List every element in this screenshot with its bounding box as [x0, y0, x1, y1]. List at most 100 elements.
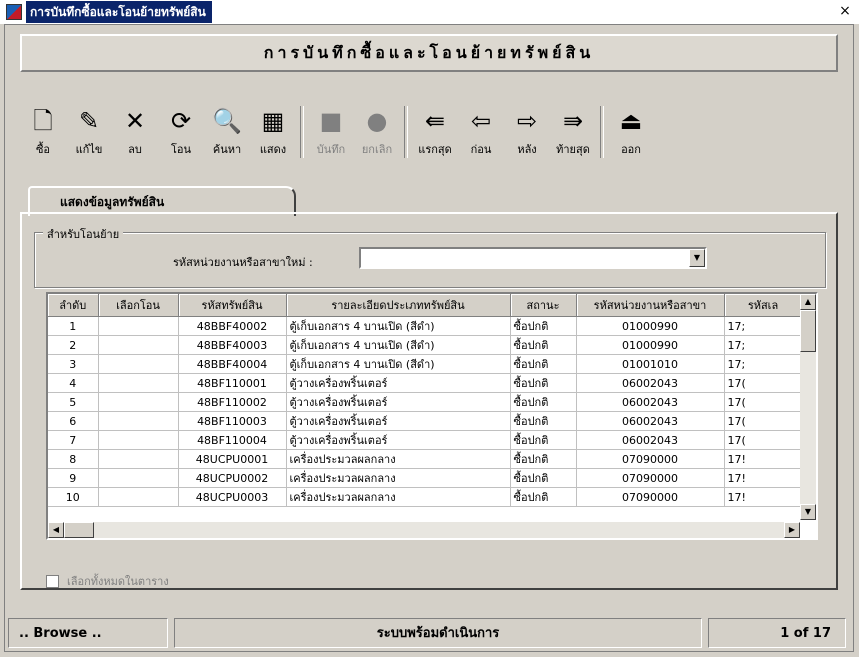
table-row[interactable]: 5 48BF110002 ตู้วางเครื่องพริ้นเตอร์ ซื้อปก…: [48, 392, 803, 412]
table-row[interactable]: 7 48BF110004 ตู้วางเครื่องพริ้นเตอร์ ซื้อปก…: [48, 430, 803, 450]
table-cell[interactable]: [98, 373, 179, 393]
table-cell: 7: [48, 430, 99, 450]
table-cell: 48BF110002: [178, 392, 287, 412]
column-header[interactable]: เลือกโอน: [98, 294, 179, 317]
table-cell: 9: [48, 468, 99, 488]
table-cell: ซื้อปกติ: [510, 430, 577, 450]
table-row[interactable]: 10 48UCPU0003 เครื่องประมวลผลกลาง ซื้อปกติ 0…: [48, 487, 803, 507]
transfer-group-legend: สำหรับโอนย้าย: [43, 225, 124, 243]
select-all-checkbox[interactable]: [46, 574, 59, 588]
new-branch-combobox[interactable]: ▼: [359, 247, 707, 269]
grid-view-icon: ▦: [261, 107, 285, 135]
table-row[interactable]: 6 48BF110003 ตู้วางเครื่องพริ้นเตอร์ ซื้อปก…: [48, 411, 803, 431]
toolbar-button-label: ซื้อ: [35, 143, 51, 156]
column-header[interactable]: ลำดับ: [48, 294, 99, 317]
select-all-row: เลือกทั้งหมดในตาราง: [46, 572, 169, 590]
binoculars-icon: 🔍: [212, 107, 242, 135]
toolbar-button-10[interactable]: ⇨ หลัง: [504, 104, 550, 164]
table-cell: ตู้วางเครื่องพริ้นเตอร์: [286, 411, 511, 431]
toolbar-button-7[interactable]: ● ยกเลิก: [354, 104, 400, 164]
table-cell: 06002043: [576, 373, 725, 393]
toolbar-button-label: บันทึก: [316, 143, 346, 156]
table-cell[interactable]: [98, 487, 179, 507]
table-cell: 48BF110004: [178, 430, 287, 450]
toolbar-button-3[interactable]: ⟳ โอน: [158, 104, 204, 164]
toolbar-button-8[interactable]: ⇚ แรกสุด: [412, 104, 458, 164]
column-header[interactable]: สถานะ: [510, 294, 577, 317]
scroll-right-icon[interactable]: ▶: [784, 522, 800, 538]
toolbar-button-0[interactable]: 🗋 ซื้อ: [20, 104, 66, 164]
table-cell: 17(: [724, 373, 803, 393]
table-cell[interactable]: [98, 316, 179, 336]
table-cell[interactable]: [98, 335, 179, 355]
table-cell: 17;: [724, 335, 803, 355]
table-cell: 5: [48, 392, 99, 412]
toolbar-button-6[interactable]: ■ บันทึก: [308, 104, 354, 164]
status-mode: .. Browse ..: [8, 618, 168, 648]
vertical-scroll-thumb[interactable]: [800, 310, 816, 352]
toolbar-button-label: ก่อน: [470, 143, 492, 156]
table-cell[interactable]: [98, 354, 179, 374]
toolbar-button-12[interactable]: ⏏ ออก: [608, 104, 654, 164]
table-cell[interactable]: [98, 449, 179, 469]
table-cell: ซื้อปกติ: [510, 354, 577, 374]
table-cell: 06002043: [576, 411, 725, 431]
horizontal-scroll-thumb[interactable]: [64, 522, 94, 538]
previous-icon: ⇦: [470, 107, 492, 135]
table-cell: 01000990: [576, 335, 725, 355]
column-header[interactable]: รหัสเล: [724, 294, 803, 317]
table-cell: 17(: [724, 392, 803, 412]
table-row[interactable]: 8 48UCPU0001 เครื่องประมวลผลกลาง ซื้อปกติ 07…: [48, 449, 803, 469]
toolbar-button-2[interactable]: ✕ ลบ: [112, 104, 158, 164]
table-cell: ตู้วางเครื่องพริ้นเตอร์: [286, 373, 511, 393]
column-header[interactable]: รหัสทรัพย์สิน: [178, 294, 287, 317]
scroll-up-icon[interactable]: ▲: [800, 294, 816, 310]
scroll-left-icon[interactable]: ◀: [48, 522, 64, 538]
toolbar-button-4[interactable]: 🔍 ค้นหา: [204, 104, 250, 164]
table-cell: เครื่องประมวลผลกลาง: [286, 468, 511, 488]
table-cell: ตู้วางเครื่องพริ้นเตอร์: [286, 392, 511, 412]
horizontal-scrollbar[interactable]: ◀ ▶: [48, 522, 800, 538]
table-cell: 17;: [724, 354, 803, 374]
vertical-scrollbar[interactable]: ▲ ▼: [800, 294, 816, 520]
asset-grid: ลำดับ เลือกโอน รหัสทรัพย์สิน รายละเอียดประเ…: [46, 292, 818, 540]
table-row[interactable]: 2 48BBF40003 ตู้เก็บเอกสาร 4 บานเปิด (สีดำ…: [48, 335, 803, 355]
toolbar-separator: [600, 106, 604, 158]
table-row[interactable]: 3 48BBF40004 ตู้เก็บเอกสาร 4 บานเปิด (สีดำ…: [48, 354, 803, 374]
close-icon[interactable]: ×: [837, 3, 853, 19]
table-cell[interactable]: [98, 468, 179, 488]
table-cell: 6: [48, 411, 99, 431]
toolbar-button-label: ลบ: [128, 143, 142, 156]
toolbar: 🗋 ซื้อ ✎ แก้ไข ✕ ลบ ⟳ โอน 🔍 ค้นหา ▦ แสดง ■ บันทึก ● ยกเ…: [20, 104, 834, 168]
table-cell: 17!: [724, 487, 803, 507]
table-row[interactable]: 4 48BF110001 ตู้วางเครื่องพริ้นเตอร์ ซื้อปก…: [48, 373, 803, 393]
form-banner: การบันทึกซื้อและโอนย้ายทรัพย์สิน: [20, 34, 838, 72]
scroll-down-icon[interactable]: ▼: [800, 504, 816, 520]
column-header[interactable]: รหัสหน่วยงานหรือสาขา: [576, 294, 725, 317]
toolbar-button-1[interactable]: ✎ แก้ไข: [66, 104, 112, 164]
table-row[interactable]: 1 48BBF40002 ตู้เก็บเอกสาร 4 บานเปิด (สีดำ…: [48, 316, 803, 336]
column-header[interactable]: รายละเอียดประเภททรัพย์สิน: [286, 294, 511, 317]
new-document-icon: 🗋: [33, 107, 53, 135]
table-cell: 07090000: [576, 487, 725, 507]
table-cell: 17!: [724, 449, 803, 469]
table-cell: 48BBF40003: [178, 335, 287, 355]
table-cell[interactable]: [98, 430, 179, 450]
table-cell: 48BBF40004: [178, 354, 287, 374]
table-cell[interactable]: [98, 392, 179, 412]
toolbar-button-11[interactable]: ⇛ ท้ายสุด: [550, 104, 596, 164]
table-cell: 2: [48, 335, 99, 355]
toolbar-button-label: ท้ายสุด: [556, 143, 590, 156]
toolbar-button-9[interactable]: ⇦ ก่อน: [458, 104, 504, 164]
table-cell[interactable]: [98, 411, 179, 431]
table-cell: ซื้อปกติ: [510, 449, 577, 469]
table-row[interactable]: 9 48UCPU0002 เครื่องประมวลผลกลาง ซื้อปกติ 07…: [48, 468, 803, 488]
toolbar-separator: [300, 106, 304, 158]
next-icon: ⇨: [516, 107, 538, 135]
table-cell: 17;: [724, 316, 803, 336]
toolbar-button-5[interactable]: ▦ แสดง: [250, 104, 296, 164]
table-cell: เครื่องประมวลผลกลาง: [286, 449, 511, 469]
first-icon: ⇚: [424, 107, 446, 135]
chevron-down-icon[interactable]: ▼: [689, 249, 705, 267]
edit-icon: ✎: [78, 107, 100, 135]
